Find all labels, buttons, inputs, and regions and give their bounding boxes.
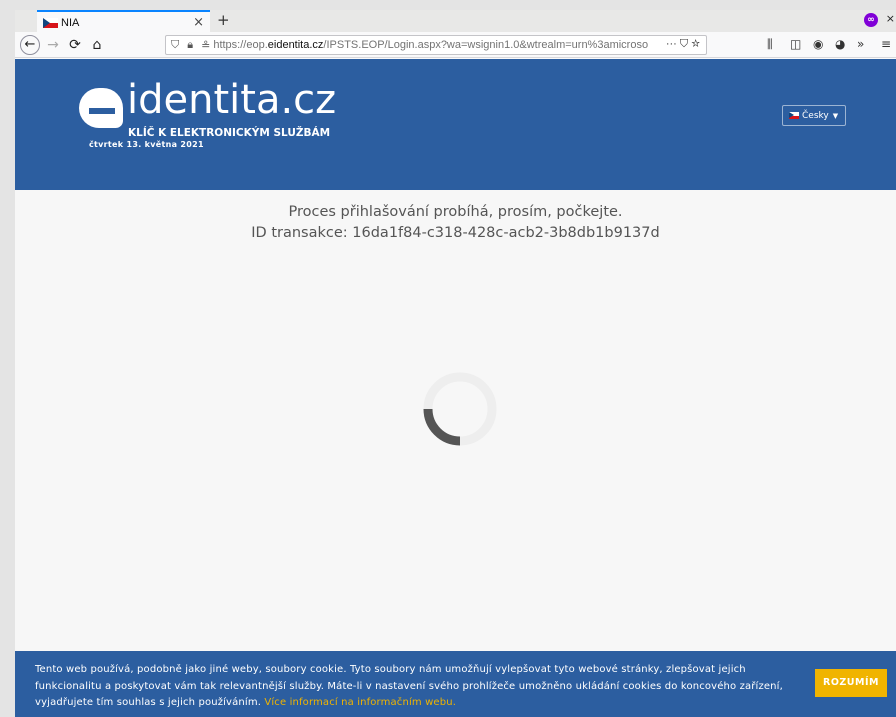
window-close-button[interactable]: × (886, 12, 895, 25)
private-browsing-icon: ∞ (864, 13, 878, 27)
forward-button[interactable]: → (43, 35, 63, 55)
hamburger-menu-icon[interactable]: ≡ (881, 37, 891, 51)
status-line: Proces přihlašování probíhá, prosím, poč… (288, 204, 623, 220)
tab-close-icon[interactable]: × (193, 15, 204, 30)
language-selector[interactable]: Česky ▼ (782, 105, 846, 126)
site-header: identita.cz KLÍČ K ELEKTRONICKÝM SLUŽBÁM… (15, 59, 896, 190)
czech-flag-favicon-icon (43, 17, 58, 28)
desktop-background-left (0, 0, 15, 717)
url-text: https://eop.eidentita.cz/IPSTS.EOP/Login… (213, 39, 649, 51)
logo-tagline: KLÍČ K ELEKTRONICKÝM SLUŽBÁM (128, 127, 331, 139)
cookie-text: Tento web používá, podobně jako jiné web… (35, 664, 783, 708)
shield-icon[interactable]: ⛉ (171, 39, 179, 52)
account-icon[interactable]: ◉ (813, 37, 823, 51)
chevron-down-icon: ▼ (832, 111, 839, 120)
home-button[interactable]: ⌂ (87, 35, 107, 55)
logo-text: identita.cz (127, 77, 337, 123)
web-page: identita.cz KLÍČ K ELEKTRONICKÝM SLUŽBÁM… (15, 59, 896, 717)
url-bar[interactable]: ⛉ 🔒︎ ≗ https://eop.eidentita.cz/IPSTS.EO… (165, 35, 707, 55)
sidebar-icon[interactable]: ◫ (790, 37, 801, 51)
cookie-info-link[interactable]: Více informací na informačním webu. (264, 697, 456, 708)
language-label: Česky (802, 110, 829, 121)
browser-window: NIA × + ∞ × ← → ⟳ ⌂ ⛉ 🔒︎ ≗ https://eop.e… (15, 10, 896, 717)
overflow-menu-icon[interactable]: » (857, 37, 864, 51)
current-date: čtvrtek 13. května 2021 (89, 140, 204, 149)
new-tab-button[interactable]: + (217, 11, 230, 29)
desktop-background-top (0, 0, 896, 10)
reload-button[interactable]: ⟳ (65, 35, 85, 55)
navigation-toolbar: ← → ⟳ ⌂ ⛉ 🔒︎ ≗ https://eop.eidentita.cz/… (15, 32, 896, 58)
library-icon[interactable]: ⫼ (767, 37, 773, 52)
login-status-message: Proces přihlašování probíhá, prosím, poč… (15, 202, 896, 244)
extension-icon[interactable]: ◕ (835, 37, 845, 51)
czech-flag-icon (789, 112, 799, 119)
lock-icon[interactable]: 🔒︎ (187, 39, 193, 52)
back-button[interactable]: ← (20, 35, 40, 55)
tab-strip: NIA × + ∞ × (15, 10, 896, 33)
transaction-id: ID transakce: 16da1f84-c318-428c-acb2-3b… (251, 225, 660, 241)
cookie-accept-button[interactable]: ROZUMÍM (815, 669, 887, 697)
page-actions[interactable]: ··· ⛉ ☆ (661, 38, 700, 51)
e-key-logo-icon (79, 88, 123, 128)
tab-nia[interactable]: NIA × (37, 10, 210, 33)
cookie-banner: Tento web používá, podobně jako jiné web… (15, 651, 896, 717)
loading-spinner-icon (423, 372, 497, 446)
tab-title: NIA (61, 16, 80, 29)
permissions-icon[interactable]: ≗ (201, 39, 210, 52)
